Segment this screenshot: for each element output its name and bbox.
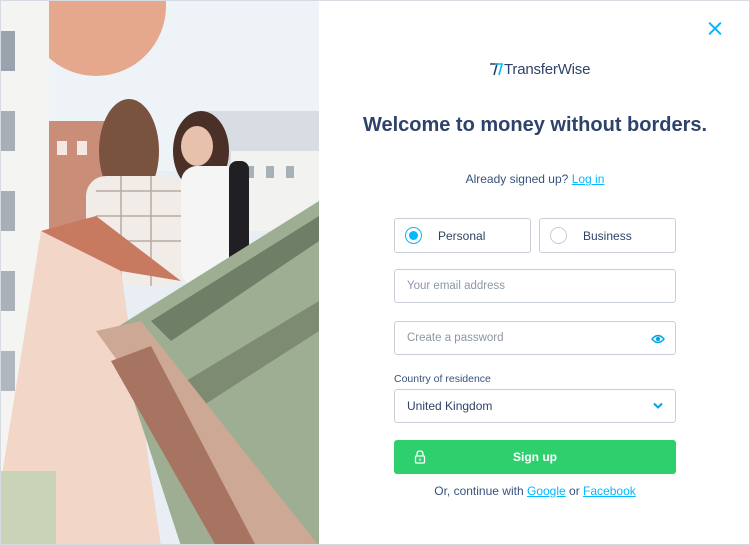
social-separator: or — [569, 484, 580, 498]
lock-icon — [414, 450, 426, 464]
business-radio[interactable] — [550, 227, 567, 244]
business-label: Business — [583, 228, 632, 243]
signup-form-panel: TransferWise Welcome to money without bo… — [319, 1, 749, 544]
signup-button[interactable]: Sign up — [394, 440, 676, 474]
country-select[interactable]: United Kingdom — [394, 389, 676, 423]
transferwise-flag-icon — [490, 63, 503, 76]
social-login: Or, continue with Google or Facebook — [359, 484, 711, 498]
facebook-link[interactable]: Facebook — [583, 484, 636, 498]
country-label: Country of residence — [394, 373, 491, 385]
login-prompt-text: Already signed up? — [465, 172, 569, 186]
page-title: Welcome to money without borders. — [362, 114, 708, 136]
password-field-wrapper — [394, 321, 676, 355]
personal-radio[interactable] — [405, 227, 422, 244]
account-type-business[interactable]: Business — [539, 218, 676, 253]
account-type-personal[interactable]: Personal — [394, 218, 531, 253]
google-link[interactable]: Google — [527, 484, 566, 498]
personal-label: Personal — [438, 228, 486, 243]
eye-icon[interactable] — [651, 333, 665, 345]
email-field[interactable] — [395, 270, 675, 302]
logo-text: TransferWise — [504, 60, 591, 78]
email-field-wrapper — [394, 269, 676, 303]
transferwise-logo: TransferWise — [489, 58, 590, 80]
chevron-down-icon — [653, 402, 663, 409]
login-prompt: Already signed up? Log in — [359, 172, 711, 186]
hero-photo — [1, 1, 319, 544]
social-prefix: Or, continue with — [434, 484, 524, 498]
country-value: United Kingdom — [407, 399, 493, 413]
close-icon[interactable] — [705, 19, 725, 39]
signup-modal: TransferWise Welcome to money without bo… — [0, 0, 750, 545]
password-field[interactable] — [395, 322, 675, 354]
signup-label: Sign up — [513, 450, 557, 464]
login-link[interactable]: Log in — [572, 172, 605, 186]
